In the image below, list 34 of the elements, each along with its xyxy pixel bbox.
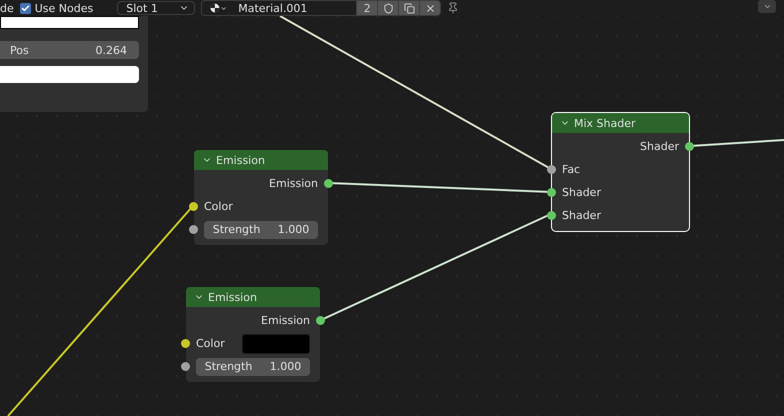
node-header[interactable]: Emission [186,287,320,307]
socket-dot[interactable] [189,202,198,211]
socket-label: Shader [640,140,679,153]
socket-dot[interactable] [181,362,190,371]
socket-dot[interactable] [181,339,190,348]
pin-icon[interactable] [447,2,460,14]
color-swatch[interactable] [0,66,139,83]
socket-label: Color [204,200,233,213]
socket-dot[interactable] [324,179,333,188]
checkbox[interactable] [20,2,31,14]
color-ramp-bar[interactable] [0,16,139,29]
socket-label: Emission [261,314,310,327]
value-field[interactable]: Strength 1.000 [204,220,318,238]
socket-dot[interactable] [316,316,325,325]
chevron-icon [762,2,772,11]
socket-label: Fac [562,163,580,176]
pos-field[interactable]: Pos 0.264 [0,41,139,59]
use-nodes-checkbox[interactable]: Use Nodes [20,2,94,14]
node-header[interactable]: Mix Shader [552,113,689,133]
sidebar-toggle-button[interactable] [758,0,776,13]
socket-dot[interactable] [189,225,198,234]
socket-dot[interactable] [547,188,556,197]
mode-label: de [0,2,14,14]
socket-dot[interactable] [685,142,694,151]
color-swatch[interactable] [242,334,310,354]
socket-label: Emission [269,177,318,190]
socket-label: Shader [562,186,601,199]
value-field[interactable]: Strength 1.000 [196,358,310,376]
slot-dropdown[interactable]: Slot 1 [117,1,196,15]
socket-label: Color [196,337,225,350]
socket-dot[interactable] [547,165,556,174]
node-header[interactable]: Emission [194,150,328,170]
socket-label: Shader [562,209,601,222]
socket-dot[interactable] [547,211,556,220]
